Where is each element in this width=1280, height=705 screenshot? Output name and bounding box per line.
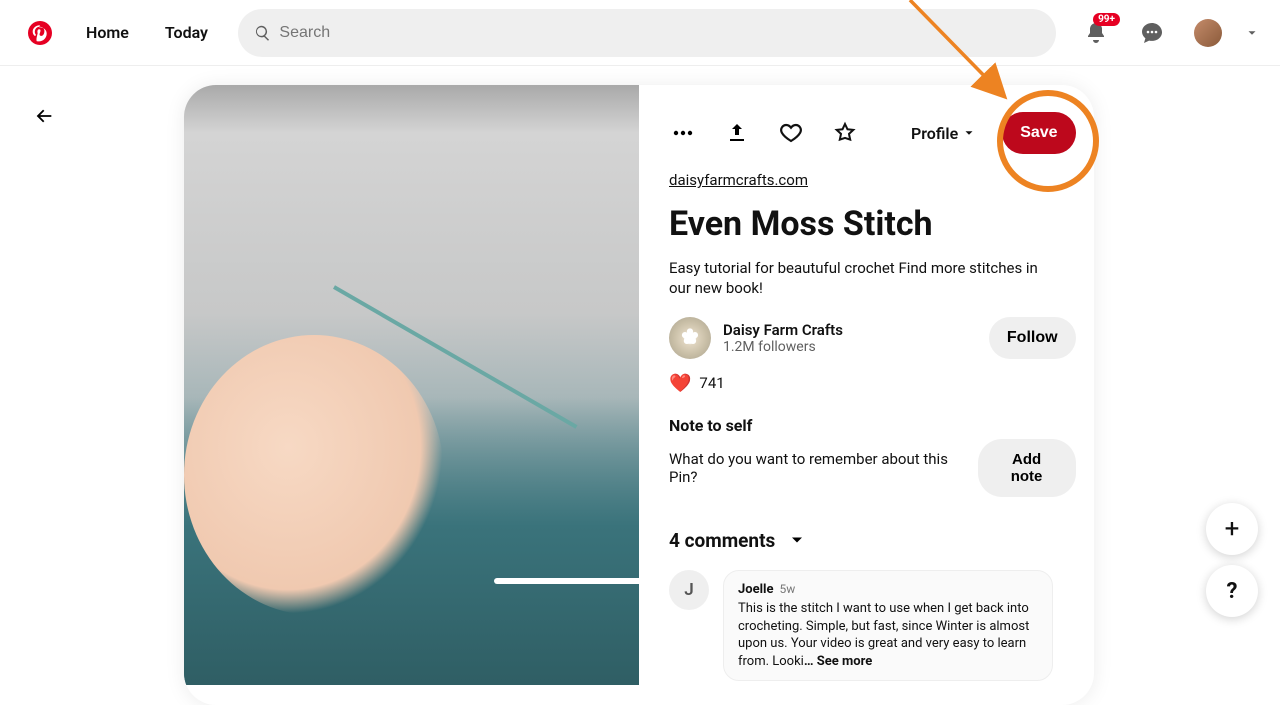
share-button[interactable] <box>723 119 751 147</box>
pin-media[interactable] <box>184 85 639 685</box>
comments-count-label: 4 comments <box>669 529 775 552</box>
pin-card: Profile Save daisyfarmcrafts.com Even Mo… <box>184 85 1094 705</box>
note-heading: Note to self <box>669 416 1076 435</box>
app-header: Home Today 99+ <box>0 0 1280 66</box>
board-selector-label: Profile <box>911 124 958 143</box>
avatar-image <box>1194 19 1222 47</box>
share-icon <box>725 121 749 145</box>
note-prompt: What do you want to remember about this … <box>669 450 966 486</box>
media-hand <box>184 335 444 615</box>
star-icon <box>833 121 857 145</box>
nav-home[interactable]: Home <box>72 11 143 54</box>
pin-title: Even Moss Stitch <box>669 205 1076 244</box>
commenter-avatar[interactable]: J <box>669 570 709 610</box>
comment-bubble: Joelle5w This is the stitch I want to us… <box>723 570 1053 682</box>
author-text[interactable]: Daisy Farm Crafts 1.2M followers <box>723 321 843 355</box>
notifications-button[interactable]: 99+ <box>1072 9 1120 57</box>
nav-today[interactable]: Today <box>151 11 222 54</box>
author-name: Daisy Farm Crafts <box>723 321 843 339</box>
more-button[interactable] <box>669 119 697 147</box>
comments-toggle[interactable]: 4 comments <box>669 529 1076 552</box>
account-menu-chevron[interactable] <box>1240 21 1264 45</box>
pinterest-icon <box>28 21 52 45</box>
see-more-link[interactable]: … See more <box>804 654 872 669</box>
chat-icon <box>1140 21 1164 45</box>
source-link[interactable]: daisyfarmcrafts.com <box>669 171 808 189</box>
author-avatar[interactable] <box>669 317 711 359</box>
more-icon <box>671 121 695 145</box>
follow-button[interactable]: Follow <box>989 317 1076 359</box>
author-row: Daisy Farm Crafts 1.2M followers Follow <box>669 317 1076 359</box>
search-bar[interactable] <box>238 9 1056 57</box>
profile-avatar[interactable] <box>1184 9 1232 57</box>
heart-emoji-icon: ❤️ <box>669 373 691 394</box>
pin-content: Profile Save daisyfarmcrafts.com Even Mo… <box>639 85 1094 705</box>
commenter-name[interactable]: Joelle <box>738 582 774 597</box>
messages-button[interactable] <box>1128 9 1176 57</box>
chevron-down-icon <box>787 530 807 550</box>
back-button[interactable] <box>24 96 64 136</box>
notification-badge: 99+ <box>1093 13 1120 26</box>
note-row: What do you want to remember about this … <box>669 439 1076 497</box>
create-fab[interactable]: + <box>1206 503 1258 555</box>
react-button[interactable] <box>777 119 805 147</box>
add-note-button[interactable]: Add note <box>978 439 1076 497</box>
board-selector[interactable]: Profile <box>911 124 976 143</box>
reactions-row[interactable]: ❤️ 741 <box>669 373 1076 394</box>
chevron-down-icon <box>1245 26 1259 40</box>
pin-description: Easy tutorial for beautuful crochet Find… <box>669 258 1049 299</box>
author-followers: 1.2M followers <box>723 339 843 355</box>
comment-time: 5w <box>780 582 796 596</box>
pinterest-logo[interactable] <box>16 9 64 57</box>
search-icon <box>254 24 271 42</box>
search-input[interactable] <box>279 24 1040 42</box>
comment-item: J Joelle5w This is the stitch I want to … <box>669 570 1076 682</box>
reaction-count: 741 <box>699 374 724 392</box>
arrow-left-icon <box>33 105 55 127</box>
favorite-button[interactable] <box>831 119 859 147</box>
chevron-down-icon <box>962 126 976 140</box>
save-button[interactable]: Save <box>1002 112 1075 154</box>
heart-icon <box>779 121 803 145</box>
pin-toolbar: Profile Save <box>669 109 1076 157</box>
help-fab[interactable]: ? <box>1206 565 1258 617</box>
